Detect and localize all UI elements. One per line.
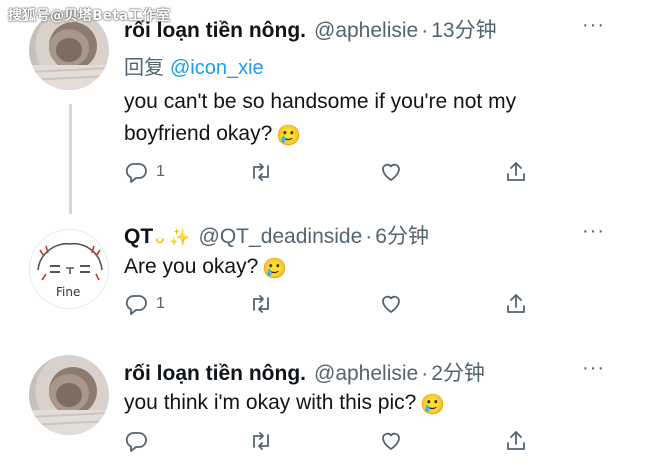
user-handle[interactable]: @aphelisie (314, 362, 418, 386)
crying-smile-emoji: 🥲 (420, 394, 446, 416)
reply-icon (125, 163, 147, 183)
display-name[interactable]: QT (124, 225, 153, 249)
crying-smile-emoji: 🥲 (276, 125, 302, 147)
thread-line (69, 104, 72, 214)
watermark: 搜狐号@贝塔Beta工作室 (8, 8, 171, 24)
retweet-button[interactable] (249, 160, 273, 184)
share-button[interactable] (504, 292, 528, 316)
display-name[interactable]: rối loạn tiền nông. (124, 362, 306, 386)
timestamp[interactable]: 6分钟 (375, 220, 429, 250)
heart-icon (382, 432, 400, 450)
reply-icon (125, 432, 147, 452)
like-button[interactable] (379, 160, 403, 184)
avatar-photo-icon (29, 374, 109, 435)
share-icon (507, 162, 525, 181)
more-icon[interactable]: ··· (582, 14, 605, 37)
reply-to-line: 回复 @icon_xie (124, 51, 264, 80)
heart-icon (382, 295, 400, 313)
reply-count: 1 (156, 163, 165, 180)
avatar-fine-text: Fine (56, 285, 80, 299)
reply-button[interactable] (124, 429, 148, 453)
more-icon[interactable]: ··· (582, 220, 605, 243)
separator-dot: · (365, 225, 373, 248)
retweet-button[interactable] (249, 429, 273, 453)
sparkle-icon: ᴗ ✨ (155, 228, 191, 247)
avatar[interactable] (29, 355, 109, 435)
retweet-icon (253, 295, 269, 313)
user-handle[interactable]: @aphelisie (314, 19, 418, 43)
tweet-header: rối loạn tiền nông. @aphelisie · 13分钟 (124, 14, 497, 44)
tweet-1[interactable]: rối loạn tiền nông. @aphelisie · 13分钟 ··… (0, 0, 645, 214)
tweet-text-line: you can't be so handsome if you're not m… (124, 90, 517, 113)
separator-dot: · (421, 362, 429, 385)
share-button[interactable] (504, 160, 528, 184)
tweet-text: you can't be so handsome if you're not m… (124, 86, 604, 152)
tweet-text-line: Are you okay? (124, 255, 259, 278)
tweet-text-line: boyfriend okay? (124, 122, 273, 145)
reply-mention-link[interactable]: @icon_xie (170, 57, 264, 79)
more-icon[interactable]: ··· (582, 357, 605, 380)
fine-face-avatar-icon: Fine (37, 242, 103, 299)
tweet-text-line: you think i'm okay with this pic? (124, 391, 417, 414)
retweet-icon (253, 163, 269, 181)
action-bar: 1 (124, 160, 534, 188)
tweet-header: QT ᴗ ✨ @QT_deadinside · 6分钟 (124, 220, 429, 250)
separator-dot: · (421, 19, 429, 42)
reply-prefix: 回复 (124, 57, 164, 79)
timestamp[interactable]: 13分钟 (431, 14, 496, 44)
tweet-text: you think i'm okay with this pic? 🥲 (124, 387, 604, 421)
heart-icon (382, 163, 400, 181)
reply-button[interactable]: 1 (124, 160, 165, 184)
share-button[interactable] (504, 429, 528, 453)
retweet-button[interactable] (249, 292, 273, 316)
avatar[interactable]: Fine (29, 229, 109, 309)
tweet-text: Are you okay? 🥲 (124, 251, 604, 285)
share-icon (507, 294, 525, 313)
tweet-3[interactable]: rối loạn tiền nông. @aphelisie · 2分钟 ···… (0, 345, 645, 474)
action-bar (124, 429, 534, 457)
tweet-2[interactable]: Fine QT ᴗ ✨ @QT_deadinside · 6分钟 ··· Are… (0, 212, 645, 334)
reply-button[interactable]: 1 (124, 292, 165, 316)
retweet-icon (253, 432, 269, 450)
like-button[interactable] (379, 429, 403, 453)
crying-smile-emoji: 🥲 (262, 258, 288, 280)
like-button[interactable] (379, 292, 403, 316)
reply-count: 1 (156, 295, 165, 312)
reply-icon (125, 295, 147, 315)
action-bar: 1 (124, 292, 534, 320)
timestamp[interactable]: 2分钟 (431, 357, 485, 387)
share-icon (507, 431, 525, 450)
tweet-header: rối loạn tiền nông. @aphelisie · 2分钟 (124, 357, 485, 387)
user-handle[interactable]: @QT_deadinside (199, 225, 363, 249)
